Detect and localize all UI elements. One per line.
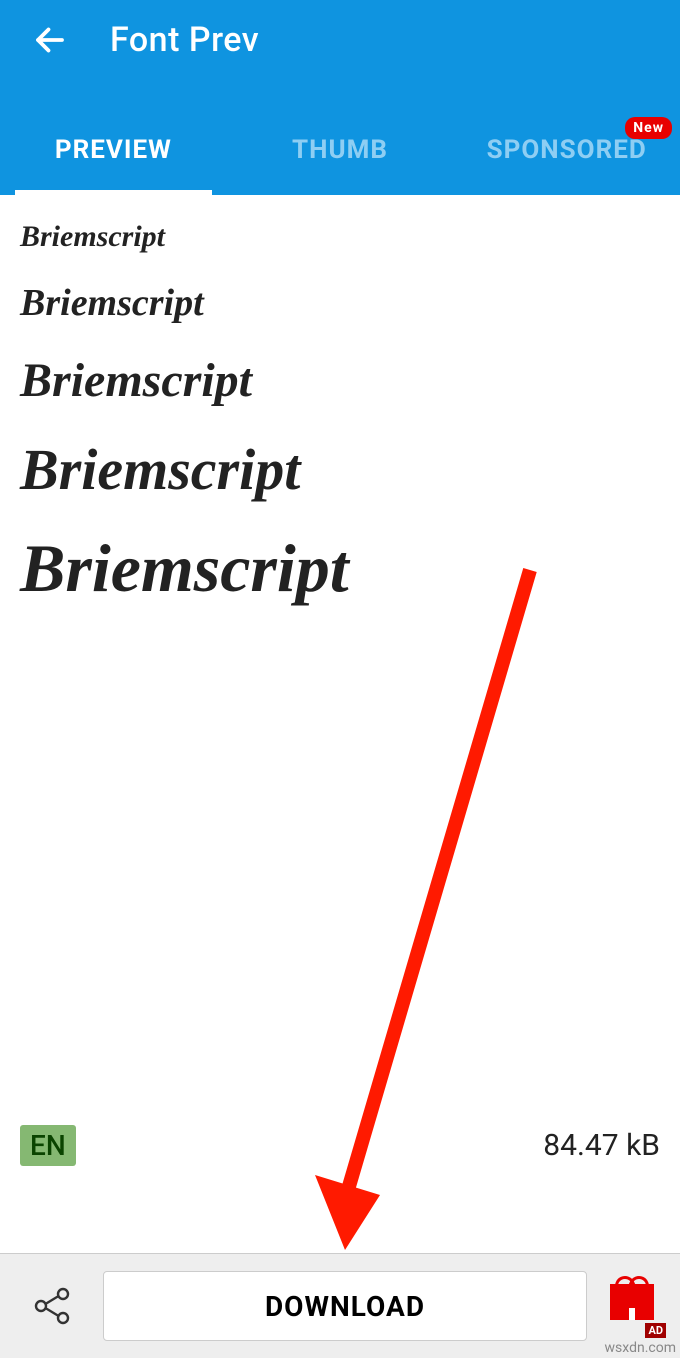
tab-label: THUMB [292,135,388,165]
share-icon[interactable] [18,1271,88,1341]
download-label: DOWNLOAD [265,1290,425,1323]
font-preview-line: Briemscript [20,531,660,606]
app-bar: Font Prev [0,0,680,80]
tab-thumb[interactable]: THUMB [227,135,454,195]
tab-sponsored[interactable]: SPONSORED New [453,135,680,195]
file-size-label: 84.47 kB [543,1128,660,1163]
new-badge: New [625,117,672,139]
bottom-bar: DOWNLOAD AD [0,1253,680,1358]
tab-bar: PREVIEW THUMB SPONSORED New [0,80,680,195]
tab-preview[interactable]: PREVIEW [0,135,227,195]
page-title: Font Prev [110,20,259,60]
font-preview-line: Briemscript [20,355,660,408]
font-preview-line: Briemscript [20,438,660,502]
preview-panel: Briemscript Briemscript Briemscript Brie… [0,195,680,1253]
back-arrow-icon[interactable] [30,20,70,60]
font-preview-line: Briemscript [20,220,660,253]
language-badge: EN [20,1125,76,1166]
meta-row: EN 84.47 kB [20,1125,660,1166]
font-preview-line: Briemscript [20,283,660,325]
tab-label: SPONSORED [487,135,647,165]
tab-label: PREVIEW [55,135,172,165]
ad-badge: AD [645,1323,666,1338]
watermark: wsxdn.com [605,1340,676,1356]
gift-icon[interactable]: AD [602,1276,662,1336]
download-button[interactable]: DOWNLOAD [103,1271,587,1341]
